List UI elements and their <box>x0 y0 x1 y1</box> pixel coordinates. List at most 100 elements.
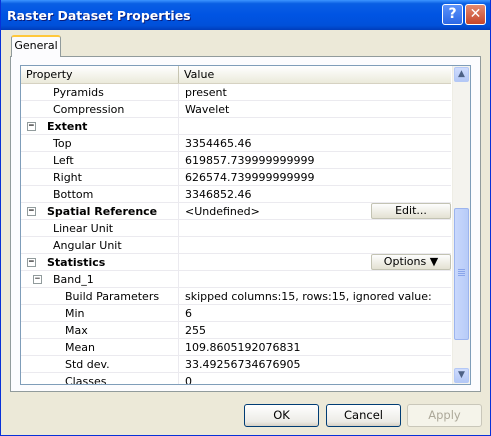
ok-button[interactable]: OK <box>244 404 319 427</box>
property-row[interactable]: Min 6 <box>21 305 451 322</box>
apply-button[interactable]: Apply <box>407 404 482 427</box>
property-cell: Std dev. <box>21 356 179 372</box>
property-cell: Min <box>21 305 179 321</box>
property-row[interactable]: Pyramids present <box>21 84 451 101</box>
property-cell: Compression <box>21 101 179 117</box>
property-cell: Max <box>21 322 179 338</box>
property-cell: Mean <box>21 339 179 355</box>
property-cell: − Band_1 <box>21 271 179 287</box>
collapse-toggle-icon[interactable]: − <box>27 122 36 131</box>
property-row[interactable]: Left 619857.739999999999 <box>21 152 451 169</box>
property-cell: Classes <box>21 373 179 385</box>
property-cell: − Extent <box>21 118 179 134</box>
property-row[interactable]: Top 3354465.46 <box>21 135 451 152</box>
value-cell[interactable] <box>185 237 451 253</box>
window-title: Raster Dataset Properties <box>7 8 191 23</box>
property-value: 6 <box>185 307 192 320</box>
property-label: Min <box>65 307 85 320</box>
property-label: Classes <box>65 375 107 385</box>
property-row[interactable]: Right 626574.739999999999 <box>21 169 451 186</box>
value-cell[interactable]: 3354465.46 <box>185 135 451 151</box>
property-value: <Undefined> <box>185 205 260 218</box>
value-cell[interactable]: skipped columns:15, rows:15, ignored val… <box>185 288 451 304</box>
property-value: 3346852.46 <box>185 188 252 201</box>
help-button[interactable]: ? <box>442 4 463 25</box>
collapse-toggle-icon[interactable]: − <box>27 258 36 267</box>
property-value: present <box>185 86 227 99</box>
property-row[interactable]: Max 255 <box>21 322 451 339</box>
scroll-down-button[interactable]: ▼ <box>454 368 469 383</box>
column-header-value[interactable]: Value <box>179 66 451 83</box>
value-cell[interactable]: 626574.739999999999 <box>185 169 451 185</box>
value-cell[interactable]: 6 <box>185 305 451 321</box>
vertical-scrollbar[interactable]: ▲ ▼ <box>452 66 470 384</box>
scroll-up-button[interactable]: ▲ <box>454 67 469 82</box>
statistics-options-button[interactable]: Options ▼ <box>371 254 451 270</box>
value-cell[interactable]: present <box>185 84 451 100</box>
property-value: skipped columns:15, rows:15, ignored val… <box>185 290 432 303</box>
property-cell: Top <box>21 135 179 151</box>
value-cell[interactable] <box>185 271 451 287</box>
property-cell: Pyramids <box>21 84 179 100</box>
grid-rows: Pyramids present Compression Wavelet − Extent… <box>21 84 451 385</box>
property-label: Mean <box>65 341 95 354</box>
property-label: Band_1 <box>53 273 94 286</box>
dialog-window: Raster Dataset Properties ? ✕ General Pr… <box>0 0 491 436</box>
value-cell[interactable]: 3346852.46 <box>185 186 451 202</box>
category-row[interactable]: − Spatial Reference <Undefined> Edit... <box>21 203 451 220</box>
value-cell[interactable]: 255 <box>185 322 451 338</box>
collapse-toggle-icon[interactable]: − <box>33 275 42 284</box>
property-value: 109.8605192076831 <box>185 341 301 354</box>
property-row[interactable]: Linear Unit <box>21 220 451 237</box>
property-label: Std dev. <box>65 358 110 371</box>
scroll-thumb[interactable] <box>454 208 469 340</box>
property-cell: Right <box>21 169 179 185</box>
collapse-toggle-icon[interactable]: − <box>27 207 36 216</box>
property-row[interactable]: Mean 109.8605192076831 <box>21 339 451 356</box>
property-label: Extent <box>47 120 88 133</box>
property-label: Compression <box>53 103 125 116</box>
spatial-reference-edit-button[interactable]: Edit... <box>371 203 451 219</box>
property-cell: − Statistics <box>21 254 179 270</box>
property-label: Max <box>65 324 88 337</box>
property-cell: − Spatial Reference <box>21 203 179 219</box>
value-cell[interactable]: 0 <box>185 373 451 384</box>
property-row[interactable]: Std dev. 33.49256734676905 <box>21 356 451 373</box>
property-value: 255 <box>185 324 206 337</box>
property-label: Top <box>53 137 72 150</box>
property-label: Angular Unit <box>53 239 122 252</box>
value-cell[interactable]: 109.8605192076831 <box>185 339 451 355</box>
property-value: 619857.739999999999 <box>185 154 315 167</box>
close-button[interactable]: ✕ <box>465 4 486 25</box>
category-row[interactable]: − Extent <box>21 118 451 135</box>
cancel-button[interactable]: Cancel <box>326 404 401 427</box>
property-row[interactable]: Compression Wavelet <box>21 101 451 118</box>
property-cell: Linear Unit <box>21 220 179 236</box>
property-row[interactable]: Build Parameters skipped columns:15, rows… <box>21 288 451 305</box>
value-cell[interactable]: 33.49256734676905 <box>185 356 451 372</box>
column-header-property[interactable]: Property <box>21 66 179 83</box>
value-cell[interactable] <box>185 118 451 134</box>
property-label: Pyramids <box>53 86 104 99</box>
thumb-grip <box>458 269 465 270</box>
tab-general[interactable]: General <box>11 35 61 57</box>
value-cell[interactable]: 619857.739999999999 <box>185 152 451 168</box>
property-cell: Angular Unit <box>21 237 179 253</box>
thumb-grip <box>458 273 465 274</box>
property-label: Spatial Reference <box>47 205 158 218</box>
property-label: Build Parameters <box>65 290 160 303</box>
property-value: 3354465.46 <box>185 137 252 150</box>
value-cell[interactable]: Wavelet <box>185 101 451 117</box>
value-cell[interactable] <box>185 220 451 236</box>
title-bar[interactable]: Raster Dataset Properties ? ✕ <box>1 0 490 30</box>
property-label: Left <box>53 154 74 167</box>
property-row[interactable]: Classes 0 <box>21 373 451 385</box>
property-label: Statistics <box>47 256 106 269</box>
category-row[interactable]: − Statistics Options ▼ <box>21 254 451 271</box>
property-label: Linear Unit <box>53 222 114 235</box>
property-label: Right <box>53 171 82 184</box>
property-row[interactable]: − Band_1 <box>21 271 451 288</box>
property-row[interactable]: Bottom 3346852.46 <box>21 186 451 203</box>
property-row[interactable]: Angular Unit <box>21 237 451 254</box>
property-cell: Left <box>21 152 179 168</box>
